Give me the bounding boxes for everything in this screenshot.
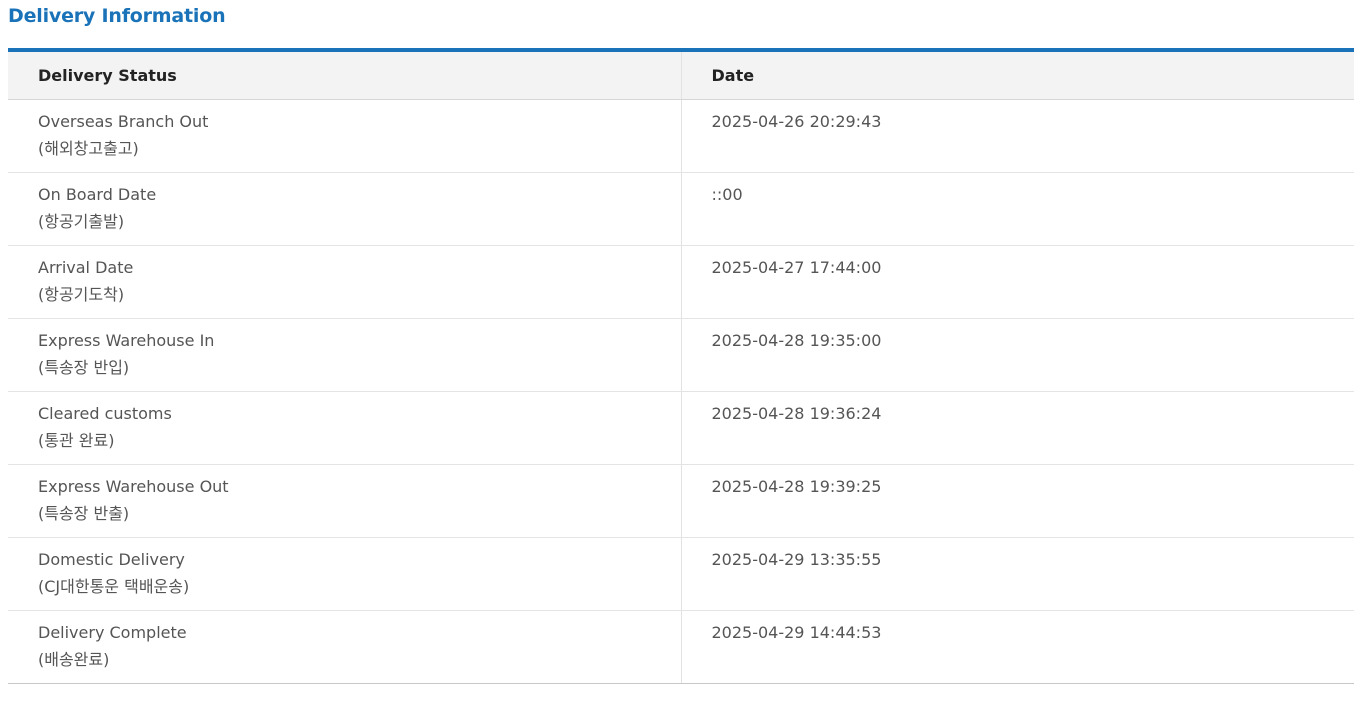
status-label-ko: (항공기출발) bbox=[38, 212, 125, 231]
status-label-ko: (특송장 반출) bbox=[38, 504, 130, 523]
status-cell: On Board Date (항공기출발) bbox=[8, 172, 681, 246]
table-row: Express Warehouse In (특송장 반입) 2025-04-28… bbox=[8, 318, 1354, 392]
date-cell: 2025-04-28 19:35:00 bbox=[680, 318, 1354, 392]
status-cell: Express Warehouse In (특송장 반입) bbox=[8, 318, 681, 392]
date-cell: 2025-04-27 17:44:00 bbox=[680, 245, 1354, 319]
status-label-ko: (특송장 반입) bbox=[38, 358, 130, 377]
table-header-row: Delivery Status Date bbox=[8, 52, 1354, 100]
date-value: 2025-04-28 19:39:25 bbox=[711, 477, 882, 496]
status-label-ko: (CJ대한통운 택배운송) bbox=[38, 577, 190, 596]
table-row: Express Warehouse Out (특송장 반출) 2025-04-2… bbox=[8, 464, 1354, 538]
delivery-table-container: Delivery Status Date Overseas Branch Out… bbox=[8, 48, 1354, 684]
date-cell: ::00 bbox=[680, 172, 1354, 246]
delivery-table: Delivery Status Date Overseas Branch Out… bbox=[8, 52, 1354, 684]
table-body: Overseas Branch Out (해외창고출고) 2025-04-26 … bbox=[8, 99, 1354, 684]
table-row: Cleared customs (통관 완료) 2025-04-28 19:36… bbox=[8, 391, 1354, 465]
date-cell: 2025-04-28 19:36:24 bbox=[680, 391, 1354, 465]
date-value: 2025-04-29 14:44:53 bbox=[711, 623, 882, 642]
date-value: ::00 bbox=[711, 185, 743, 204]
status-cell: Domestic Delivery (CJ대한통운 택배운송) bbox=[8, 537, 681, 611]
status-label-en: Overseas Branch Out bbox=[38, 112, 209, 131]
delivery-information-page: Delivery Information Delivery Status Dat… bbox=[0, 0, 1364, 703]
date-value: 2025-04-26 20:29:43 bbox=[711, 112, 882, 131]
table-row: Delivery Complete (배송완료) 2025-04-29 14:4… bbox=[8, 610, 1354, 684]
date-cell: 2025-04-29 13:35:55 bbox=[680, 537, 1354, 611]
date-value: 2025-04-27 17:44:00 bbox=[711, 258, 882, 277]
status-label-ko: (배송완료) bbox=[38, 650, 110, 669]
table-row: Domestic Delivery (CJ대한통운 택배운송) 2025-04-… bbox=[8, 537, 1354, 611]
status-label-en: On Board Date bbox=[38, 185, 157, 204]
section-title: Delivery Information bbox=[8, 5, 226, 27]
status-cell: Cleared customs (통관 완료) bbox=[8, 391, 681, 465]
status-cell: Arrival Date (항공기도착) bbox=[8, 245, 681, 319]
status-cell: Overseas Branch Out (해외창고출고) bbox=[8, 99, 681, 173]
date-cell: 2025-04-29 14:44:53 bbox=[680, 610, 1354, 684]
status-label-en: Express Warehouse In bbox=[38, 331, 215, 350]
table-row: On Board Date (항공기출발) ::00 bbox=[8, 172, 1354, 246]
status-cell: Delivery Complete (배송완료) bbox=[8, 610, 681, 684]
header-date: Date bbox=[680, 52, 1354, 100]
status-label-en: Domestic Delivery bbox=[38, 550, 185, 569]
status-label-en: Express Warehouse Out bbox=[38, 477, 229, 496]
header-delivery-status: Delivery Status bbox=[8, 52, 681, 100]
status-label-en: Arrival Date bbox=[38, 258, 134, 277]
status-label-ko: (해외창고출고) bbox=[38, 139, 139, 158]
status-label-en: Delivery Complete bbox=[38, 623, 187, 642]
status-label-ko: (항공기도착) bbox=[38, 285, 125, 304]
status-label-en: Cleared customs bbox=[38, 404, 172, 423]
table-header: Delivery Status Date bbox=[8, 52, 1354, 100]
table-row: Arrival Date (항공기도착) 2025-04-27 17:44:00 bbox=[8, 245, 1354, 319]
date-cell: 2025-04-26 20:29:43 bbox=[680, 99, 1354, 173]
date-value: 2025-04-28 19:35:00 bbox=[711, 331, 882, 350]
status-label-ko: (통관 완료) bbox=[38, 431, 115, 450]
table-row: Overseas Branch Out (해외창고출고) 2025-04-26 … bbox=[8, 99, 1354, 173]
date-value: 2025-04-28 19:36:24 bbox=[711, 404, 882, 423]
date-cell: 2025-04-28 19:39:25 bbox=[680, 464, 1354, 538]
status-cell: Express Warehouse Out (특송장 반출) bbox=[8, 464, 681, 538]
date-value: 2025-04-29 13:35:55 bbox=[711, 550, 882, 569]
